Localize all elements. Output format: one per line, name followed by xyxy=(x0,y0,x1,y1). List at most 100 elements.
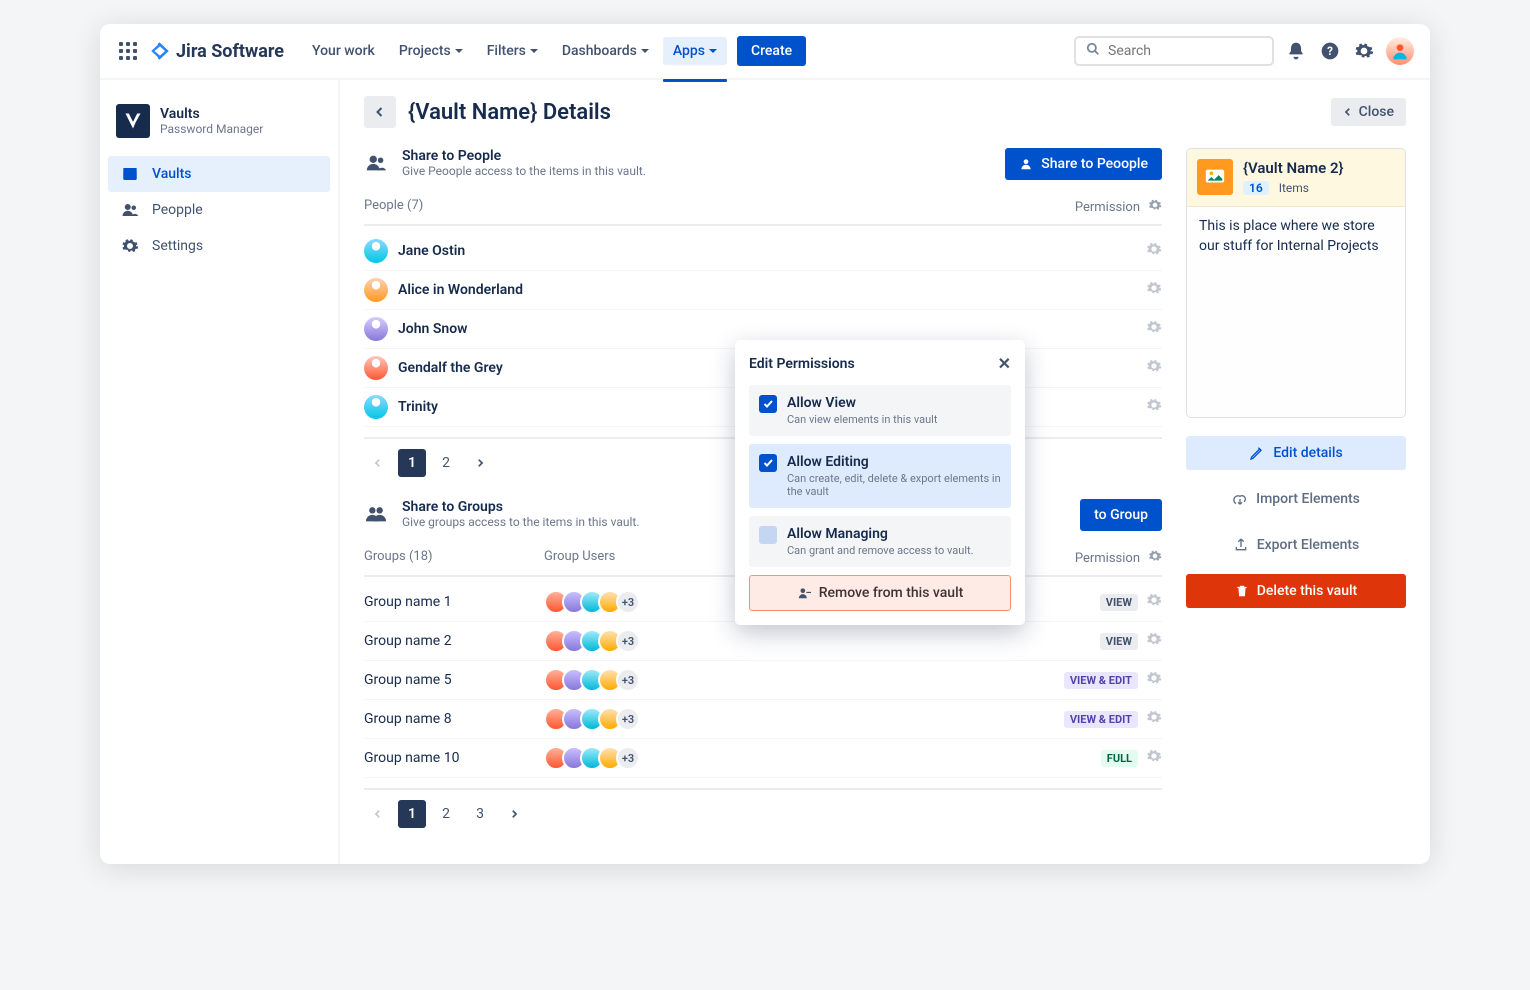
pagination-page[interactable]: 2 xyxy=(432,449,460,477)
more-users-count: +3 xyxy=(616,707,640,731)
page-title: {Vault Name} Details xyxy=(408,100,1331,125)
profile-avatar[interactable] xyxy=(1386,37,1414,65)
pagination-prev[interactable] xyxy=(364,449,392,477)
sidebar-link-vaults[interactable]: Vaults xyxy=(108,156,330,192)
row-gear-icon[interactable] xyxy=(1146,280,1162,300)
row-gear-icon[interactable] xyxy=(1146,319,1162,339)
more-users-count: +3 xyxy=(616,629,640,653)
pagination-page[interactable]: 1 xyxy=(398,449,426,477)
group-users-stack: +3 xyxy=(544,707,640,731)
user-avatar xyxy=(364,239,388,263)
notifications-icon[interactable] xyxy=(1284,39,1308,63)
group-row: Group name 2 +3 VIEW xyxy=(364,622,1162,661)
create-button[interactable]: Create xyxy=(737,36,806,66)
back-button[interactable] xyxy=(364,96,396,128)
app-switcher-icon[interactable] xyxy=(116,39,140,63)
permission-badge: VIEW & EDIT xyxy=(1064,711,1138,728)
nav-item-filters[interactable]: Filters xyxy=(477,37,548,65)
person-name: Jane Ostin xyxy=(398,243,1136,259)
top-nav: Your workProjectsFiltersDashboardsApps xyxy=(302,37,727,65)
group-name: Group name 1 xyxy=(364,594,544,610)
app-window: Jira Software Your workProjectsFiltersDa… xyxy=(100,24,1430,864)
checkbox-icon xyxy=(759,526,777,544)
permission-badge: VIEW xyxy=(1100,633,1138,650)
share-people-title: Share to People xyxy=(402,148,646,164)
people-header-gear-icon[interactable] xyxy=(1148,198,1162,216)
search-field[interactable] xyxy=(1074,36,1274,66)
close-button[interactable]: Close xyxy=(1331,98,1406,126)
sidebar-link-settings[interactable]: Settings xyxy=(108,228,330,264)
row-gear-icon[interactable] xyxy=(1146,241,1162,261)
person-row: Alice in Wonderland xyxy=(364,271,1162,310)
more-users-count: +3 xyxy=(616,746,640,770)
chevron-down-icon xyxy=(530,49,538,53)
edit-details-button[interactable]: Edit details xyxy=(1186,436,1406,470)
group-users-stack: +3 xyxy=(544,590,640,614)
settings-icon[interactable] xyxy=(1352,39,1376,63)
permission-badge: VIEW & EDIT xyxy=(1064,672,1138,689)
permission-badge: FULL xyxy=(1101,750,1138,767)
nav-item-projects[interactable]: Projects xyxy=(389,37,473,65)
sidebar-app-title: Vaults xyxy=(160,106,263,122)
more-users-count: +3 xyxy=(616,668,640,692)
pagination-prev[interactable] xyxy=(364,800,392,828)
groups-pagination: 123 xyxy=(364,800,1162,828)
groups-header-gear-icon[interactable] xyxy=(1148,549,1162,567)
popover-title: Edit Permissions xyxy=(749,356,855,372)
import-elements-button[interactable]: Import Elements xyxy=(1186,482,1406,516)
user-avatar xyxy=(364,278,388,302)
row-gear-icon[interactable] xyxy=(1146,709,1162,729)
checkbox-icon xyxy=(759,454,777,472)
row-gear-icon[interactable] xyxy=(1146,358,1162,378)
export-elements-button[interactable]: Export Elements xyxy=(1186,528,1406,562)
jira-logo[interactable]: Jira Software xyxy=(150,41,284,62)
permission-option-title: Allow View xyxy=(787,395,937,411)
row-gear-icon[interactable] xyxy=(1146,631,1162,651)
nav-item-your-work[interactable]: Your work xyxy=(302,37,385,65)
delete-vault-button[interactable]: Delete this vault xyxy=(1186,574,1406,608)
checkbox-icon xyxy=(759,395,777,413)
pagination-next[interactable] xyxy=(500,800,528,828)
vault-card-icon xyxy=(1197,159,1233,195)
share-to-people-button[interactable]: Share to Peoople xyxy=(1005,148,1162,180)
sidebar-link-peopple[interactable]: Peopple xyxy=(108,192,330,228)
permission-option[interactable]: Allow View Can view elements in this vau… xyxy=(749,385,1011,436)
nav-item-apps[interactable]: Apps xyxy=(663,37,727,65)
people-header-left: People (7) xyxy=(364,198,423,216)
row-gear-icon[interactable] xyxy=(1146,592,1162,612)
more-users-count: +3 xyxy=(616,590,640,614)
share-to-group-button[interactable]: to Group xyxy=(1080,499,1162,531)
person-row: Jane Ostin xyxy=(364,232,1162,271)
row-gear-icon[interactable] xyxy=(1146,748,1162,768)
group-name: Group name 10 xyxy=(364,750,544,766)
permission-option[interactable]: Allow Editing Can create, edit, delete &… xyxy=(749,444,1011,508)
permission-option-title: Allow Editing xyxy=(787,454,1001,470)
group-row: Group name 10 +3 FULL xyxy=(364,739,1162,778)
topbar: Jira Software Your workProjectsFiltersDa… xyxy=(100,24,1430,80)
pagination-page[interactable]: 3 xyxy=(466,800,494,828)
people-header-right: Permission xyxy=(1075,200,1140,215)
help-icon[interactable]: ? xyxy=(1318,39,1342,63)
people-icon xyxy=(364,152,388,174)
remove-from-vault-button[interactable]: Remove from this vault xyxy=(749,575,1011,611)
group-users-stack: +3 xyxy=(544,746,640,770)
permission-option[interactable]: Allow Managing Can grant and remove acce… xyxy=(749,516,1011,567)
permission-option-subtitle: Can view elements in this vault xyxy=(787,413,937,426)
nav-item-dashboards[interactable]: Dashboards xyxy=(552,37,659,65)
permission-option-subtitle: Can create, edit, delete & export elemen… xyxy=(787,472,1001,498)
permission-option-subtitle: Can grant and remove access to vault. xyxy=(787,544,974,557)
groups-header-left: Groups (18) xyxy=(364,549,544,567)
groups-header-right: Permission xyxy=(1075,551,1140,566)
group-row: Group name 5 +3 VIEW & EDIT xyxy=(364,661,1162,700)
row-gear-icon[interactable] xyxy=(1146,397,1162,417)
search-input[interactable] xyxy=(1108,43,1286,59)
popover-close-icon[interactable]: ✕ xyxy=(998,354,1011,373)
pagination-next[interactable] xyxy=(466,449,494,477)
row-gear-icon[interactable] xyxy=(1146,670,1162,690)
permission-option-title: Allow Managing xyxy=(787,526,974,542)
vault-card-name: {Vault Name 2} xyxy=(1243,159,1344,177)
user-avatar xyxy=(364,356,388,380)
pagination-page[interactable]: 2 xyxy=(432,800,460,828)
vaults-icon xyxy=(120,164,140,184)
pagination-page[interactable]: 1 xyxy=(398,800,426,828)
